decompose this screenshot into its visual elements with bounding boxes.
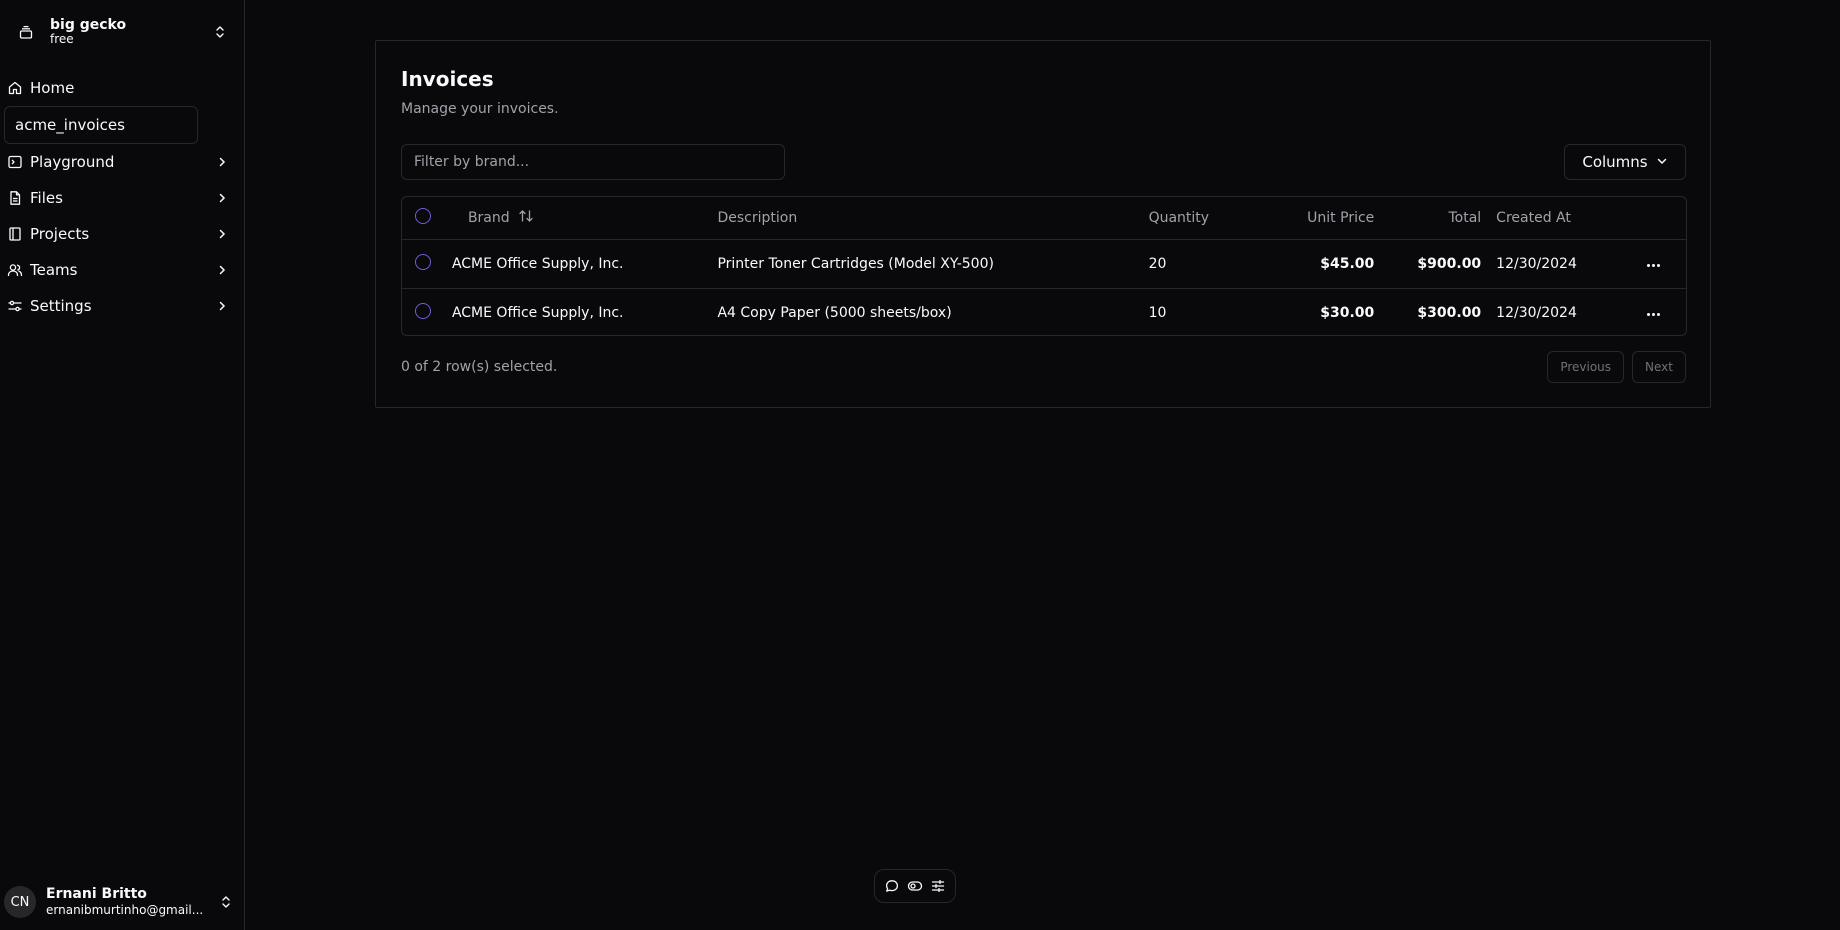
header-created-at: Created At [1496,209,1571,226]
sidebar: big gecko free Home acme_invoices Playgr… [0,0,245,930]
main-content: Invoices Manage your invoices. Columns [245,0,1840,930]
cell-description: Printer Toner Cartridges (Model XY-500) [717,255,994,272]
header-quantity: Quantity [1148,209,1210,226]
sliders-icon [6,297,24,315]
invoices-table: Brand Description Quantity Unit Price To… [401,196,1687,336]
floating-toolbar [874,869,956,903]
previous-button[interactable]: Previous [1547,351,1625,383]
header-label: Brand [467,209,510,226]
sidebar-item-label: Playground [30,153,115,171]
cell-brand: ACME Office Supply, Inc. [451,255,624,272]
file-icon [6,189,24,207]
sidebar-item-projects[interactable]: Projects [0,216,236,252]
chevron-right-icon [214,298,230,314]
terminal-icon [6,153,24,171]
chevron-right-icon [214,154,230,170]
cell-quantity: 10 [1148,304,1167,321]
row-actions-cell [1621,288,1686,335]
team-switcher[interactable]: big gecko free [8,10,234,54]
sidebar-item-label: acme_invoices [15,116,125,134]
app: big gecko free Home acme_invoices Playgr… [0,0,1840,930]
row-select-cell [402,288,452,335]
home-icon [6,79,24,97]
invoices-card: Invoices Manage your invoices. Columns [375,40,1711,408]
more-horizontal-icon[interactable] [1641,307,1666,322]
sidebar-item-files[interactable]: Files [0,180,236,216]
user-email: ernanibmurtinho@gmail... [46,903,204,918]
more-horizontal-icon[interactable] [1641,258,1666,273]
header-description: Description [717,209,798,226]
sidebar-nav: Home acme_invoices Playground Files Proj… [0,70,236,324]
header-total: Total [1448,209,1482,226]
chevron-right-icon [214,226,230,242]
table-row: ACME Office Supply, Inc. A4 Copy Paper (… [402,288,1686,335]
filter-brand-input[interactable] [401,144,785,180]
columns-button[interactable]: Columns [1564,144,1686,180]
toggle-icon[interactable] [906,877,924,895]
cell-created-at: 12/30/2024 [1496,255,1577,272]
chat-bubble-icon[interactable] [883,877,901,895]
users-icon [6,261,24,279]
cell-total: $900.00 [1417,255,1482,272]
chevron-right-icon [214,262,230,278]
sidebar-item-label: Teams [30,261,78,279]
user-menu[interactable]: CN Ernani Britto ernanibmurtinho@gmail..… [4,880,234,924]
sliders-horizontal-icon[interactable] [929,877,947,895]
header-actions [1621,197,1686,239]
cell-description: A4 Copy Paper (5000 sheets/box) [717,304,952,321]
sidebar-item-home[interactable]: Home [0,70,236,106]
header-brand: Brand [452,197,718,239]
avatar: CN [4,886,36,918]
chevrons-up-down-icon [212,24,228,40]
cell-unit-price: $30.00 [1320,304,1375,321]
sidebar-item-acme-invoices[interactable]: acme_invoices [4,106,198,144]
chevrons-up-down-icon [218,894,234,910]
cell-brand: ACME Office Supply, Inc. [451,304,624,321]
team-plan: free [50,32,74,47]
page-subtitle: Manage your invoices. [401,101,559,117]
book-icon [6,225,24,243]
header-select-cell [402,197,452,239]
cell-quantity: 20 [1148,255,1167,272]
select-all-checkbox[interactable] [415,207,431,224]
brand-sort-button[interactable]: Brand [452,209,534,227]
row-select-checkbox[interactable] [415,253,431,270]
sidebar-item-label: Home [30,79,75,97]
next-button[interactable]: Next [1632,351,1686,383]
row-select-checkbox[interactable] [415,302,431,319]
sidebar-item-teams[interactable]: Teams [0,252,236,288]
chevron-right-icon [214,190,230,206]
selection-status: 0 of 2 row(s) selected. [401,359,558,375]
cell-created-at: 12/30/2024 [1496,304,1577,321]
gallery-stack-icon [14,20,38,44]
cell-total: $300.00 [1417,304,1482,321]
table-row: ACME Office Supply, Inc. Printer Toner C… [402,239,1686,288]
cell-unit-price: $45.00 [1320,255,1375,272]
chevron-down-icon [1656,153,1668,171]
table-header-row: Brand Description Quantity Unit Price To… [402,197,1686,239]
sidebar-item-label: Files [30,189,63,207]
row-select-cell [402,239,452,288]
team-name: big gecko [50,17,127,34]
sidebar-item-playground[interactable]: Playground [0,144,236,180]
columns-button-label: Columns [1582,153,1648,171]
pagination: Previous Next [1547,351,1686,383]
page-title: Invoices [401,67,494,91]
sidebar-item-label: Projects [30,225,90,243]
header-unit-price: Unit Price [1307,209,1375,226]
sidebar-item-label: Settings [30,297,92,315]
user-name: Ernani Britto [46,886,147,903]
sidebar-item-settings[interactable]: Settings [0,288,236,324]
sort-arrows-icon [518,209,534,227]
row-actions-cell [1621,239,1686,288]
